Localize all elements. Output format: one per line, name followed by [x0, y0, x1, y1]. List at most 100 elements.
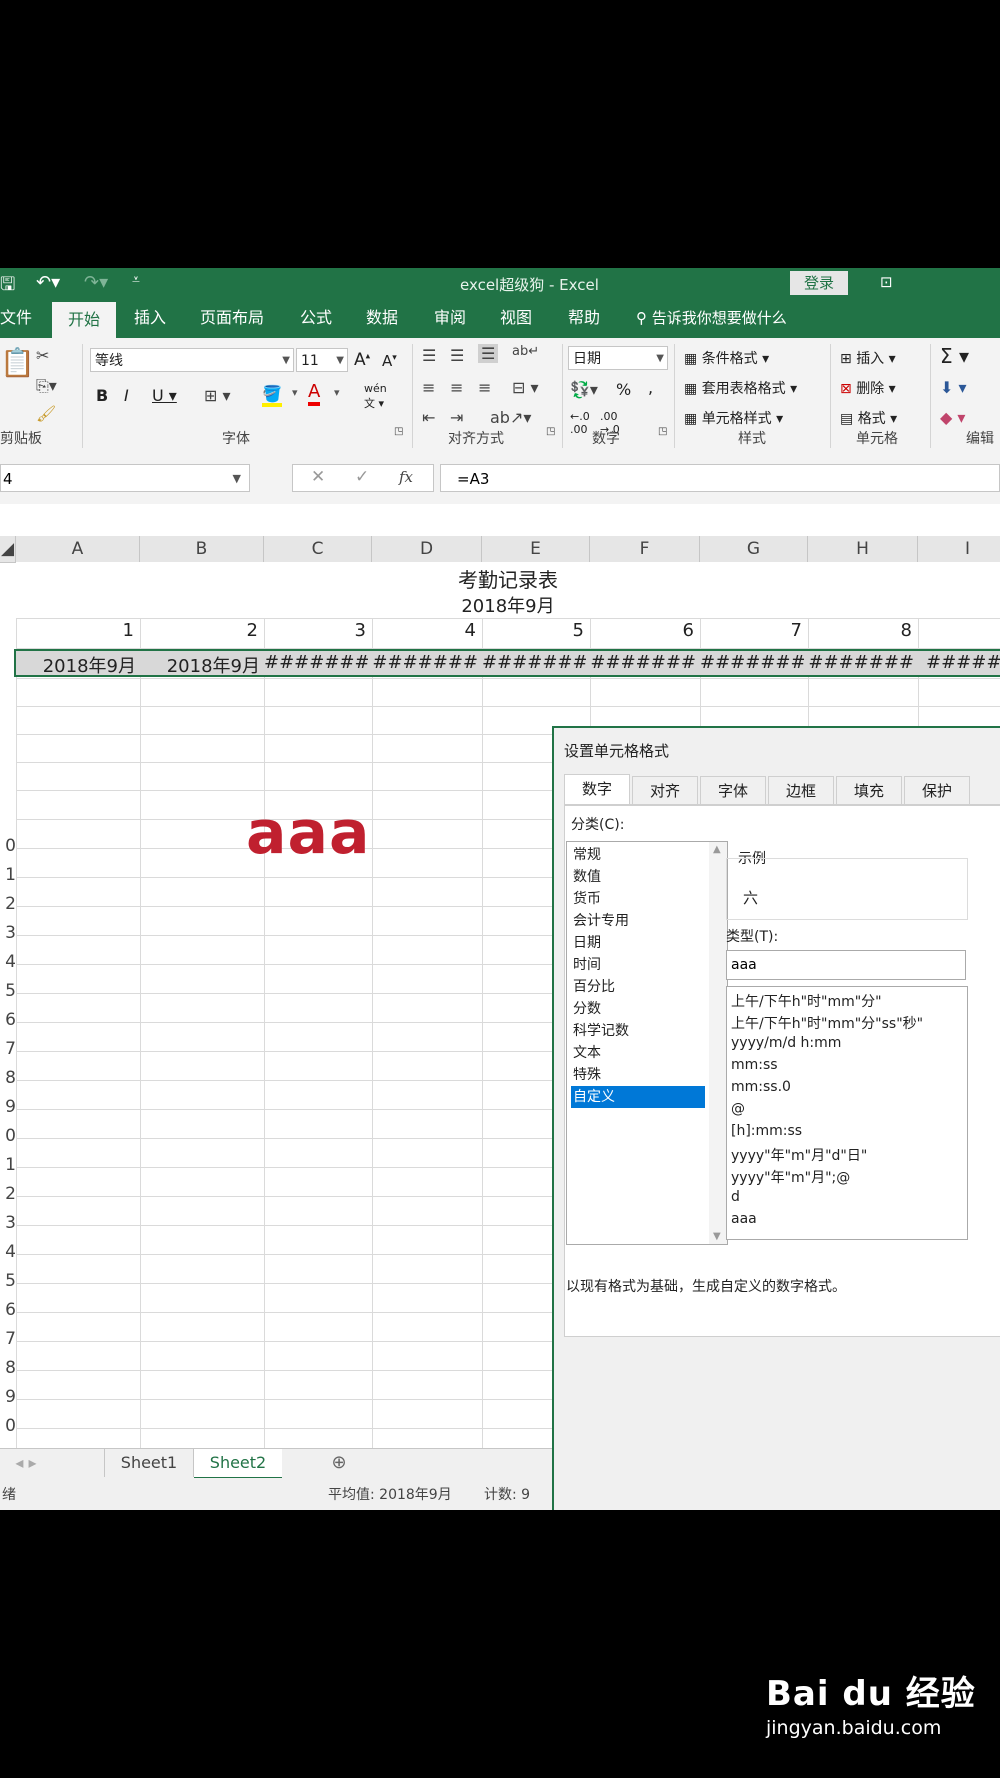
category-item[interactable]: 文本 [571, 1042, 705, 1064]
borders-icon[interactable]: ⊞ ▾ [204, 386, 231, 405]
category-item-selected[interactable]: 自定义 [571, 1086, 705, 1108]
row-header[interactable]: 6 [0, 1010, 16, 1030]
insert-function-icon[interactable]: fx [399, 468, 413, 486]
row-header[interactable]: 9 [0, 1387, 16, 1407]
dialog-tab-alignment[interactable]: 对齐 [632, 776, 698, 804]
scroll-down-icon[interactable]: ▼ [713, 1231, 721, 1242]
percent-style-button[interactable]: % [616, 380, 631, 399]
category-item[interactable]: 货币 [571, 888, 705, 910]
copy-icon[interactable]: ⎘▾ [36, 376, 57, 396]
merged-title-cell[interactable]: 考勤记录表 [16, 562, 1000, 592]
column-header-h[interactable]: H [808, 536, 918, 562]
paste-icon[interactable]: 📋 [0, 346, 35, 379]
date-cell[interactable]: ####### [482, 652, 586, 678]
autosum-button[interactable]: Σ ▾ [940, 344, 969, 368]
fill-icon[interactable]: ⬇ ▾ [940, 378, 967, 397]
decrease-indent-icon[interactable]: ⇤ [422, 408, 435, 427]
row-header[interactable]: 2 [0, 894, 16, 914]
category-scrollbar[interactable]: ▲ ▼ [709, 842, 727, 1244]
date-cell[interactable]: ####### [372, 652, 478, 678]
cell-styles-button[interactable]: ▦ 单元格样式 ▾ [684, 408, 783, 428]
delete-cells-button[interactable]: ⊠ 删除 ▾ [840, 378, 896, 398]
column-header-e[interactable]: E [482, 536, 590, 562]
row-header[interactable]: 8 [0, 1068, 16, 1088]
date-cell[interactable]: 2018年9月 [140, 652, 260, 678]
clear-icon[interactable]: ◆ ▾ [940, 408, 965, 427]
tab-data[interactable]: 数据 [366, 298, 398, 338]
date-cell[interactable]: ####### [700, 652, 804, 678]
row-header[interactable]: 0 [0, 1416, 16, 1436]
category-item[interactable]: 特殊 [571, 1064, 705, 1086]
date-cell[interactable]: ####### [918, 652, 1000, 678]
align-left-icon[interactable]: ≡ [422, 378, 435, 397]
insert-cells-button[interactable]: ⊞ 插入 ▾ [840, 348, 896, 368]
new-sheet-icon[interactable]: ⊕ [326, 1449, 352, 1477]
merge-center-icon[interactable]: ⊟ ▾ [512, 378, 539, 397]
align-top-icon[interactable]: ☰ [422, 346, 436, 365]
day-number-cell[interactable]: 2 [140, 620, 258, 646]
row-header[interactable]: 8 [0, 1358, 16, 1378]
tell-me-search[interactable]: ⚲ 告诉我你想要做什么 [636, 298, 787, 338]
category-item[interactable]: 日期 [571, 932, 705, 954]
category-item[interactable]: 科学记数 [571, 1020, 705, 1042]
date-cell[interactable]: ####### [264, 652, 368, 678]
row-header[interactable]: 5 [0, 981, 16, 1001]
format-list[interactable]: 上午/下午h"时"mm"分" 上午/下午h"时"mm"分"ss"秒" yyyy/… [726, 986, 968, 1240]
align-center-icon[interactable]: ≡ [450, 378, 463, 397]
tab-view[interactable]: 视图 [500, 298, 532, 338]
row-header[interactable]: 2 [0, 1184, 16, 1204]
format-item[interactable]: [h]:mm:ss [731, 1123, 802, 1139]
font-family-select[interactable]: 等线 ▼ [90, 348, 294, 372]
redo-icon[interactable]: ↷▾ [84, 272, 108, 293]
day-number-cell[interactable]: 4 [372, 620, 476, 646]
italic-button[interactable]: I [124, 386, 129, 405]
number-format-select[interactable]: 日期 ▼ [568, 346, 668, 370]
row-header[interactable]: 3 [0, 923, 16, 943]
fill-color-dropdown-icon[interactable]: ▾ [292, 386, 298, 399]
tab-insert[interactable]: 插入 [134, 298, 166, 338]
day-number-cell[interactable]: 5 [482, 620, 584, 646]
scroll-tabs-icon[interactable]: ◂ ▸ [6, 1449, 46, 1477]
fill-color-icon[interactable]: 🪣 [262, 384, 282, 407]
align-bottom-icon[interactable]: ☰ [478, 344, 499, 363]
cancel-icon[interactable]: ✕ [311, 467, 325, 487]
increase-indent-icon[interactable]: ⇥ [450, 408, 463, 427]
format-item[interactable]: 上午/下午h"时"mm"分"ss"秒" [731, 1013, 923, 1033]
format-cells-button[interactable]: ▤ 格式 ▾ [840, 408, 897, 428]
bold-button[interactable]: B [96, 386, 108, 405]
dialog-launcher-icon[interactable]: ◳ [546, 426, 555, 437]
format-painter-icon[interactable]: 🖌 [36, 404, 56, 423]
formula-input[interactable]: =A3 [440, 464, 1000, 492]
column-header-b[interactable]: B [140, 536, 264, 562]
date-cell[interactable]: ####### [808, 652, 914, 678]
format-item[interactable]: d [731, 1189, 740, 1205]
comma-style-button[interactable]: , [648, 378, 653, 397]
tab-formulas[interactable]: 公式 [300, 298, 332, 338]
increase-decimal-button[interactable]: ←.0.00 [570, 410, 590, 436]
row-header[interactable]: 1 [0, 1155, 16, 1175]
column-header-f[interactable]: F [590, 536, 700, 562]
name-box[interactable]: 4 ▼ [0, 464, 250, 492]
day-number-cell[interactable]: 7 [700, 620, 802, 646]
format-item[interactable]: yyyy"年"m"月";@ [731, 1167, 850, 1187]
format-item[interactable]: yyyy"年"m"月"d"日" [731, 1145, 867, 1165]
category-item[interactable]: 常规 [571, 844, 705, 866]
align-right-icon[interactable]: ≡ [478, 378, 491, 397]
row-header[interactable]: 5 [0, 1271, 16, 1291]
shrink-font-button[interactable]: A▾ [382, 352, 397, 370]
conditional-formatting-button[interactable]: ▦ 条件格式 ▾ [684, 348, 769, 368]
dialog-tab-fill[interactable]: 填充 [836, 776, 902, 804]
format-item[interactable]: @ [731, 1101, 745, 1117]
format-item[interactable]: mm:ss.0 [731, 1079, 791, 1095]
category-item[interactable]: 时间 [571, 954, 705, 976]
font-color-icon[interactable]: A [308, 382, 321, 406]
row-header[interactable]: 7 [0, 1329, 16, 1349]
row-header[interactable]: 4 [0, 1242, 16, 1262]
date-cell[interactable]: 2018年9月 [16, 652, 136, 678]
row-header[interactable]: 1 [0, 865, 16, 885]
column-header-g[interactable]: G [700, 536, 808, 562]
dialog-tab-protection[interactable]: 保护 [904, 776, 970, 804]
row-header[interactable]: 0 [0, 1126, 16, 1146]
category-list[interactable]: 常规 数值 货币 会计专用 日期 时间 百分比 分数 科学记数 文本 特殊 自定… [566, 841, 728, 1245]
sheet-tab-sheet1[interactable]: Sheet1 [104, 1449, 194, 1477]
